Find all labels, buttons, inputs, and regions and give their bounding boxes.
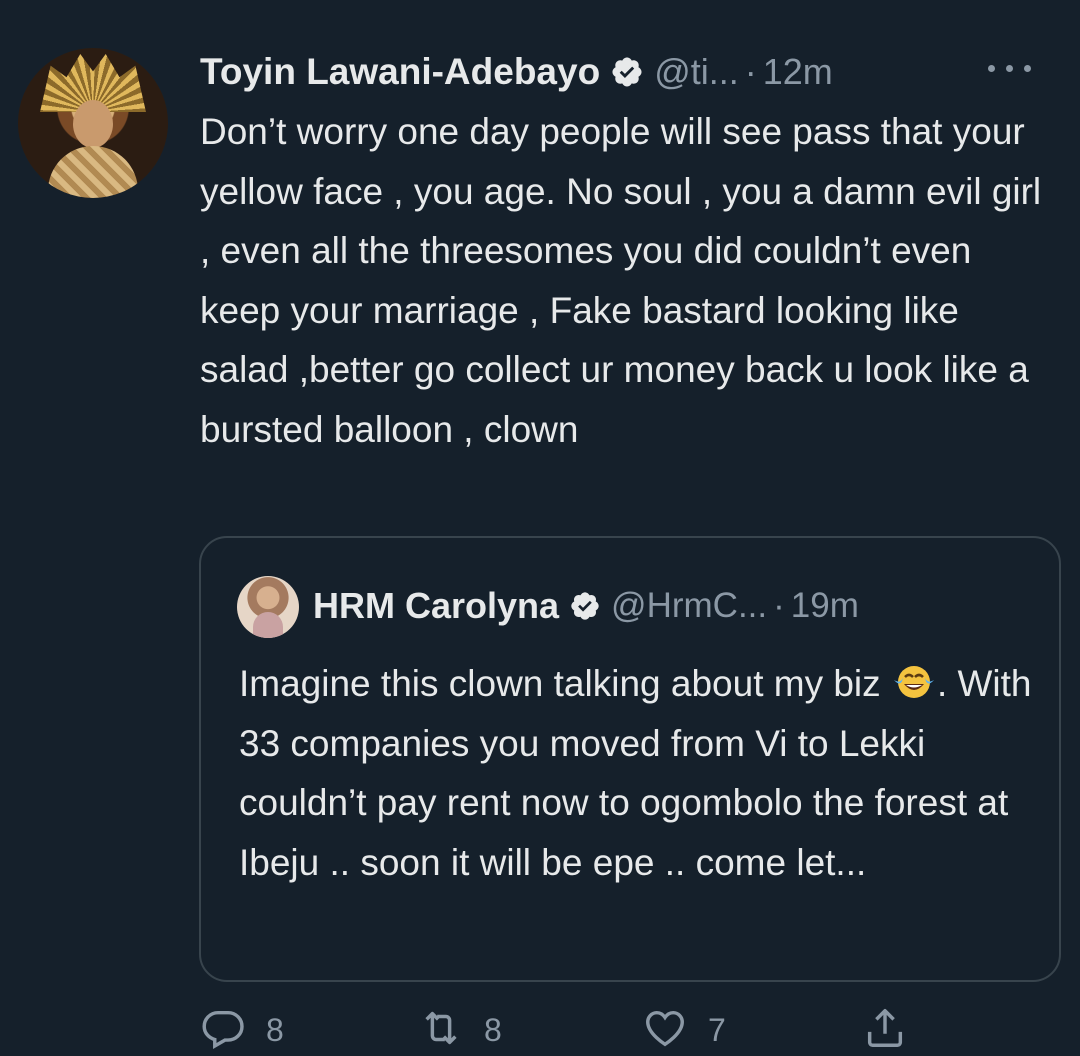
tweet-time[interactable]: 12m: [763, 51, 833, 93]
more-dot: [1024, 65, 1031, 72]
author-avatar[interactable]: [18, 48, 168, 198]
quoted-author-handle: @HrmC...: [611, 586, 768, 625]
share-icon: [862, 1005, 908, 1056]
verified-badge-icon: [610, 55, 644, 89]
more-dot: [1006, 65, 1013, 72]
tears-of-joy-emoji-icon: [891, 660, 937, 700]
author-name[interactable]: Toyin Lawani-Adebayo: [200, 51, 600, 93]
retweet-icon: [418, 1005, 464, 1056]
verified-badge-icon: [569, 590, 601, 622]
avatar-body-detail: [48, 146, 138, 198]
quoted-author-name: HRM Carolyna: [313, 585, 560, 626]
reply-count: 8: [266, 1011, 284, 1048]
retweet-count: 8: [484, 1011, 502, 1048]
quoted-text-part-1: Imagine this clown talking about my biz: [239, 663, 891, 704]
header-separator: ·: [744, 51, 757, 92]
tweet-header: Toyin Lawani-Adebayo @ti... · 12m: [200, 44, 833, 100]
heart-icon: [642, 1005, 688, 1056]
tweet-text: Don’t worry one day people will see pass…: [200, 111, 1042, 450]
quoted-author-avatar: [237, 576, 299, 638]
quoted-header-separator: ·: [773, 586, 785, 625]
like-button[interactable]: 7: [642, 1005, 726, 1055]
more-dot: [988, 65, 995, 72]
quoted-tweet-time: 19m: [790, 586, 859, 625]
share-button[interactable]: [862, 1005, 908, 1055]
reply-button[interactable]: 8: [200, 1005, 284, 1055]
avatar-face-detail: [73, 100, 113, 148]
tweet[interactable]: Toyin Lawani-Adebayo @ti... · 12m Don’t …: [0, 0, 1080, 1055]
quoted-tweet-text: Imagine this clown talking about my biz …: [239, 654, 1039, 892]
more-options-icon[interactable]: [984, 52, 1044, 82]
retweet-button[interactable]: 8: [418, 1005, 502, 1055]
quoted-tweet-header: HRM Carolyna @HrmC... · 19m: [313, 580, 859, 632]
like-count: 7: [708, 1011, 726, 1048]
quoted-avatar-detail: [253, 612, 283, 638]
action-bar: 8 8 7: [0, 1005, 1080, 1055]
quoted-tweet[interactable]: HRM Carolyna @HrmC... · 19m Imagine this…: [199, 536, 1061, 982]
author-handle[interactable]: @ti...: [654, 51, 739, 93]
reply-icon: [200, 1005, 246, 1056]
